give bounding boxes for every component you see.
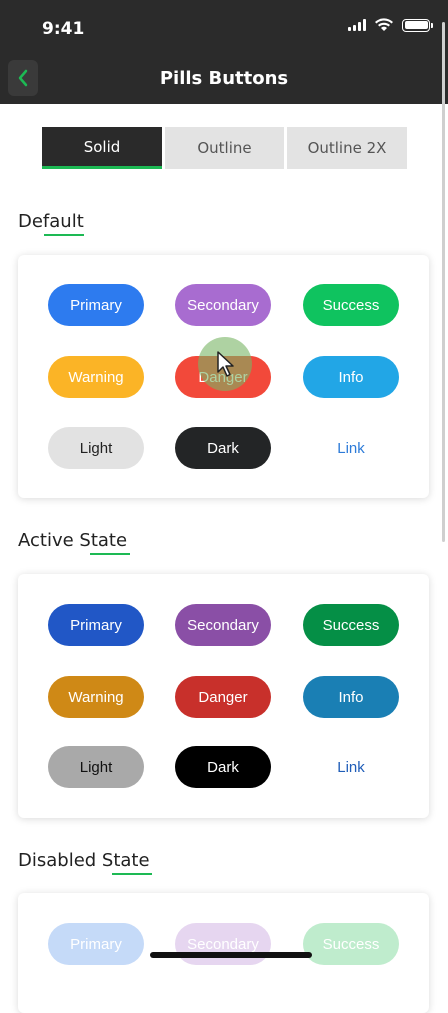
status-time: 9:41: [42, 19, 85, 39]
pill-button-primary[interactable]: Primary: [48, 284, 144, 326]
pill-button-warning[interactable]: Warning: [48, 356, 144, 398]
pill-button-light[interactable]: Light: [48, 427, 144, 469]
section-underline: [112, 873, 152, 875]
pill-button-danger[interactable]: Danger: [175, 676, 271, 718]
page-title: Pills Buttons: [159, 68, 289, 89]
pill-button-success[interactable]: Success: [303, 923, 399, 965]
pill-button-link[interactable]: Link: [303, 746, 399, 788]
pill-button-success[interactable]: Success: [303, 284, 399, 326]
pill-button-primary[interactable]: Primary: [48, 923, 144, 965]
pointer-cursor-icon: [217, 351, 234, 377]
pill-button-secondary[interactable]: Secondary: [175, 604, 271, 646]
pill-button-dark[interactable]: Dark: [175, 427, 271, 469]
pill-button-primary[interactable]: Primary: [48, 604, 144, 646]
wifi-icon: [375, 18, 393, 31]
scrollbar[interactable]: [442, 22, 445, 542]
pill-button-secondary[interactable]: Secondary: [175, 923, 271, 965]
section-title-disabled: Disabled State: [18, 850, 150, 871]
battery-icon: [402, 18, 433, 32]
status-bar: 9:41: [0, 0, 448, 56]
signal-icon: [348, 19, 366, 31]
section-underline: [90, 553, 130, 555]
tab-solid[interactable]: Solid: [42, 127, 162, 169]
pill-button-success[interactable]: Success: [303, 604, 399, 646]
pill-button-secondary[interactable]: Secondary: [175, 284, 271, 326]
nav-bar: Pills Buttons: [0, 56, 448, 104]
section-title-default: Default: [18, 211, 84, 232]
pill-button-warning[interactable]: Warning: [48, 676, 144, 718]
pill-button-dark[interactable]: Dark: [175, 746, 271, 788]
status-icons: [348, 18, 433, 32]
pill-button-info[interactable]: Info: [303, 356, 399, 398]
pill-card-active: Primary Secondary Success Warning Danger…: [18, 574, 429, 818]
style-segmented-control: Solid Outline Outline 2X: [42, 127, 407, 169]
home-indicator[interactable]: [150, 952, 312, 958]
tab-outline[interactable]: Outline: [165, 127, 284, 169]
tab-outline-2x[interactable]: Outline 2X: [287, 127, 407, 169]
section-underline: [44, 234, 84, 236]
section-title-active: Active State: [18, 530, 128, 551]
pill-button-info[interactable]: Info: [303, 676, 399, 718]
pill-button-link[interactable]: Link: [303, 427, 399, 469]
pill-button-light[interactable]: Light: [48, 746, 144, 788]
